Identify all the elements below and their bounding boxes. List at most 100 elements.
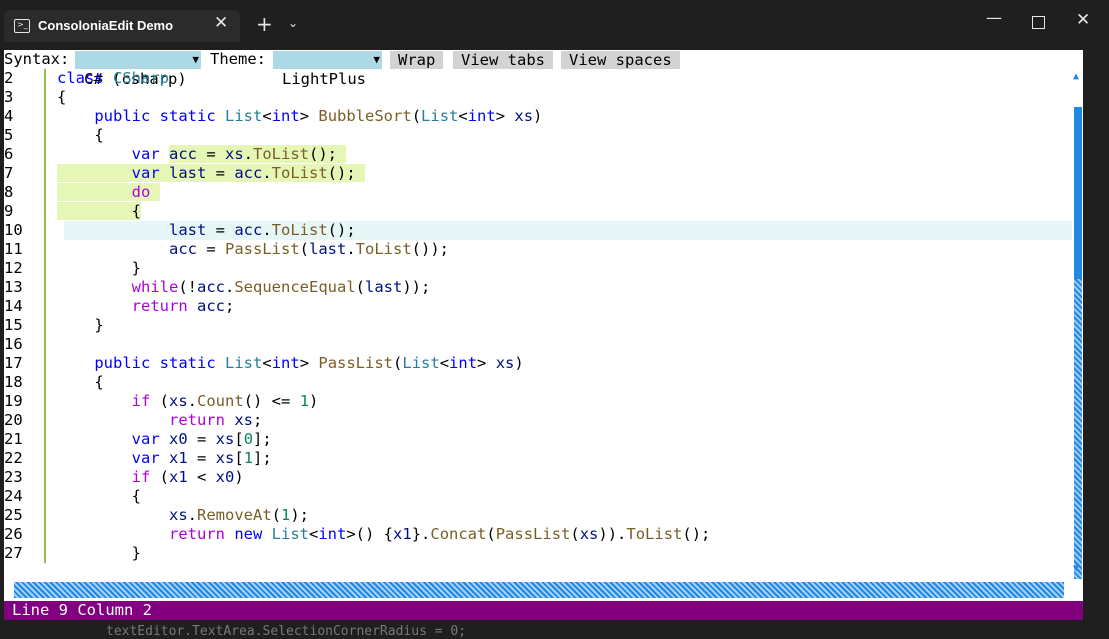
tab-dropdown-icon[interactable]: ⌄ <box>288 16 298 30</box>
code-token: public <box>94 354 151 372</box>
code-token: while <box>131 278 179 296</box>
code-line[interactable]: 5 { <box>4 126 1072 145</box>
line-number: 11 <box>4 240 23 258</box>
close-tab-icon[interactable]: ✕ <box>214 13 228 33</box>
code-line[interactable]: 16 <box>4 335 1072 354</box>
gutter-indicator <box>44 392 46 411</box>
gutter-indicator <box>44 335 46 354</box>
code-line[interactable]: 25 xs.RemoveAt(1); <box>4 506 1072 525</box>
code-line[interactable]: 12 } <box>4 259 1072 278</box>
code-token: < <box>439 354 450 372</box>
status-bar: Line 9 Column 2 <box>4 601 1083 620</box>
code-line[interactable]: 26 return new List<int>() {x1}.Concat(Pa… <box>4 525 1072 544</box>
gutter-indicator <box>44 411 46 430</box>
scroll-down-icon[interactable]: ▼ <box>1073 563 1079 574</box>
code-token: var <box>131 449 160 467</box>
code-text: { <box>57 88 66 107</box>
code-line[interactable]: 13 while(!acc.SequenceEqual(last)); <box>4 278 1072 297</box>
line-number: 27 <box>4 544 23 562</box>
code-token: static <box>159 354 216 372</box>
line-number: 21 <box>4 430 23 448</box>
code-token: 1 <box>299 392 310 410</box>
code-line[interactable]: 17 public static List<int> PassList(List… <box>4 354 1072 373</box>
line-number: 19 <box>4 392 23 410</box>
code-text: var x0 = xs[0]; <box>57 430 272 449</box>
code-token: . <box>187 506 197 524</box>
code-text: { <box>57 373 103 392</box>
code-token: xs <box>215 430 235 448</box>
code-token: int <box>271 354 300 372</box>
code-line[interactable]: 24 { <box>4 487 1072 506</box>
code-token: x1 <box>169 449 188 467</box>
code-line[interactable]: 22 var x1 = xs[1]; <box>4 449 1072 468</box>
code-token: class <box>57 69 104 87</box>
code-text: } <box>57 259 141 278</box>
code-token: ]; <box>253 449 272 467</box>
code-line[interactable]: 14 return acc; <box>4 297 1072 316</box>
code-token: var <box>131 145 160 163</box>
code-text: class CSharp <box>57 69 169 88</box>
code-line[interactable]: 23 if (x1 < x0) <box>4 468 1072 487</box>
code-token: last <box>169 164 207 182</box>
vertical-scrollbar[interactable]: ▲ ▼ <box>1073 69 1083 583</box>
cursor-position: Line 9 Column 2 <box>12 601 152 619</box>
code-line[interactable]: 3{ <box>4 88 1072 107</box>
gutter-indicator <box>44 240 46 259</box>
theme-dropdown[interactable]: LightPlus ▼ <box>273 51 382 88</box>
code-token: ToList <box>626 525 683 543</box>
gutter-indicator <box>44 316 46 335</box>
view-tabs-button[interactable]: View tabs <box>453 51 553 69</box>
code-token: { <box>57 126 104 144</box>
code-token: (); <box>327 164 356 182</box>
code-line[interactable]: 4 public static List<int> BubbleSort(Lis… <box>4 107 1072 126</box>
code-token: ( <box>393 354 403 372</box>
code-token: Count <box>197 392 244 410</box>
code-token: ToList <box>253 145 310 163</box>
code-token: new <box>234 525 263 543</box>
gutter-indicator <box>44 183 46 202</box>
syntax-dropdown[interactable]: C# (csharp) ▼ <box>75 51 201 88</box>
code-line[interactable]: 9 { <box>4 202 1072 221</box>
code-line[interactable]: 21 var x0 = xs[0]; <box>4 430 1072 449</box>
code-line[interactable]: 2 class CSharp <box>4 69 1072 88</box>
code-token: PassList <box>318 354 394 372</box>
maximize-button[interactable] <box>1032 16 1045 29</box>
code-token: List <box>421 107 459 125</box>
close-window-button[interactable]: ✕ <box>1076 10 1090 30</box>
horizontal-scrollbar[interactable] <box>14 582 1064 598</box>
code-line[interactable]: 27 } <box>4 544 1072 563</box>
code-line[interactable]: 15 } <box>4 316 1072 335</box>
scrollbar-thumb[interactable] <box>1074 279 1082 579</box>
code-line[interactable]: 20 return xs; <box>4 411 1072 430</box>
code-line[interactable]: 6 var acc = xs.ToList(); <box>4 145 1072 164</box>
selection-eol <box>337 145 347 163</box>
window-tab[interactable]: >_ ConsoloniaEdit Demo ✕ <box>4 10 240 42</box>
code-line[interactable]: 11 acc = PassList(last.ToList()); <box>4 240 1072 259</box>
code-text: acc = PassList(last.ToList()); <box>57 240 449 259</box>
code-token: (! <box>178 278 197 296</box>
code-line[interactable]: 19 if (xs.Count() <= 1) <box>4 392 1072 411</box>
code-token: 0 <box>243 430 254 448</box>
code-token: List <box>225 107 263 125</box>
code-editor[interactable]: 2 class CSharp 3{4 public static List<int>… <box>4 69 1072 583</box>
code-line[interactable]: 8 do <box>4 183 1072 202</box>
code-line[interactable]: 10 last = acc.ToList(); <box>4 221 1072 240</box>
code-line[interactable]: 18 { <box>4 373 1072 392</box>
gutter-indicator <box>44 506 46 525</box>
scroll-up-icon[interactable]: ▲ <box>1073 71 1079 82</box>
wrap-button[interactable]: Wrap <box>390 51 444 69</box>
view-spaces-button[interactable]: View spaces <box>561 51 680 69</box>
new-tab-button[interactable]: + <box>256 12 273 36</box>
code-token: ()); <box>411 240 449 258</box>
code-text: } <box>57 544 141 563</box>
code-text: return xs; <box>57 411 262 430</box>
line-number: 4 <box>4 107 14 125</box>
code-token: < <box>262 354 272 372</box>
code-token: RemoveAt <box>197 506 272 524</box>
code-token: acc <box>169 145 197 163</box>
code-line[interactable]: 7 var last = acc.ToList(); <box>4 164 1072 183</box>
minimize-button[interactable]: — <box>986 8 1002 27</box>
code-token: x1 <box>169 468 188 486</box>
